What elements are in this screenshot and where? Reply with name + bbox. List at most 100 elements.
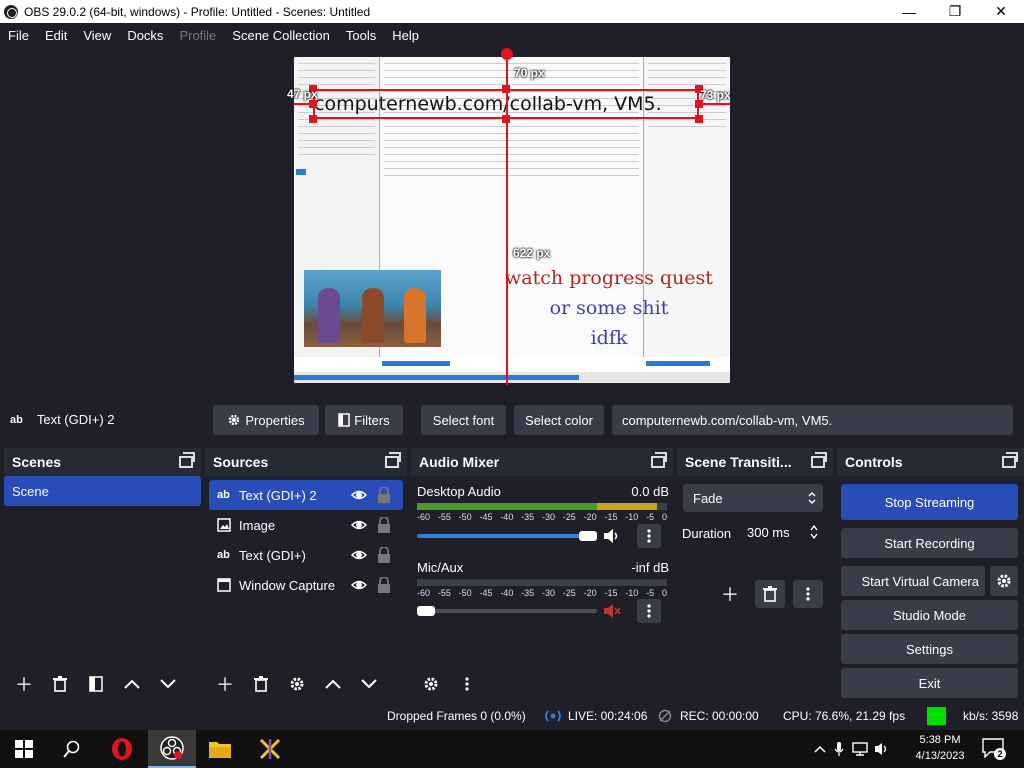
properties-button[interactable]: Properties bbox=[213, 405, 319, 435]
microphone-icon[interactable] bbox=[834, 741, 844, 757]
live-timer: LIVE: 00:24:06 bbox=[568, 709, 648, 723]
channel-menu-button[interactable] bbox=[637, 599, 661, 623]
notification-center-button[interactable]: 2 bbox=[982, 738, 1006, 760]
start-recording-button[interactable]: Start Recording bbox=[841, 528, 1018, 558]
maximize-button[interactable]: ❐ bbox=[932, 0, 978, 23]
settings-button[interactable]: Settings bbox=[841, 634, 1018, 664]
scale-tick: -10 bbox=[625, 588, 639, 598]
resize-handle[interactable] bbox=[309, 100, 317, 108]
undock-icon[interactable] bbox=[651, 452, 667, 468]
lock-icon[interactable] bbox=[377, 577, 391, 593]
resize-handle[interactable] bbox=[309, 115, 317, 123]
resize-handle[interactable] bbox=[502, 115, 510, 123]
gear-icon bbox=[997, 574, 1011, 588]
undock-icon[interactable] bbox=[1002, 452, 1018, 468]
file-explorer-taskbar-button[interactable] bbox=[196, 730, 244, 768]
eye-icon[interactable] bbox=[351, 487, 367, 503]
image-icon bbox=[217, 518, 231, 532]
menu-file[interactable]: File bbox=[0, 28, 37, 43]
add-source-button[interactable]: ＋ bbox=[209, 670, 241, 698]
source-item[interactable]: Image bbox=[209, 510, 403, 540]
selected-source-label: ab Text (GDI+) 2 bbox=[10, 412, 115, 427]
menu-tools[interactable]: Tools bbox=[338, 28, 384, 43]
undock-icon[interactable] bbox=[179, 452, 195, 468]
minimize-button[interactable]: — bbox=[886, 0, 932, 23]
menu-bar: File Edit View Docks Profile Scene Colle… bbox=[0, 23, 1024, 47]
menu-docks[interactable]: Docks bbox=[119, 28, 171, 43]
menu-scene-collection[interactable]: Scene Collection bbox=[224, 28, 338, 43]
studio-mode-button[interactable]: Studio Mode bbox=[841, 600, 1018, 630]
chevron-up-icon[interactable] bbox=[814, 745, 826, 753]
select-color-button[interactable]: Select color bbox=[514, 405, 604, 435]
source-item[interactable]: Window Capture bbox=[209, 570, 403, 600]
record-disabled-icon bbox=[658, 709, 672, 723]
slider-handle[interactable] bbox=[579, 531, 597, 541]
undock-icon[interactable] bbox=[385, 452, 401, 468]
resize-handle[interactable] bbox=[502, 85, 510, 93]
move-scene-up-button[interactable] bbox=[116, 670, 148, 698]
taskbar-clock[interactable]: 5:38 PM 4/13/2023 bbox=[904, 732, 976, 764]
transition-menu-button[interactable] bbox=[793, 580, 823, 608]
app-taskbar-button[interactable] bbox=[246, 730, 294, 768]
audio-menu-button[interactable] bbox=[451, 670, 483, 698]
move-source-up-button[interactable] bbox=[317, 670, 349, 698]
remove-scene-button[interactable] bbox=[44, 670, 76, 698]
source-item[interactable]: ab Text (GDI+) 2 bbox=[209, 480, 403, 510]
resize-handle[interactable] bbox=[695, 115, 703, 123]
menu-edit[interactable]: Edit bbox=[37, 28, 75, 43]
scale-tick: -50 bbox=[458, 512, 472, 522]
text-input[interactable]: computernewb.com/collab-vm, VM5. bbox=[612, 405, 1013, 435]
desktop-audio-channel: Desktop Audio 0.0 dB -60 -55 -50 -45 -40 -35-… bbox=[417, 484, 669, 522]
scale-tick: -30 bbox=[541, 588, 555, 598]
mic-volume-slider[interactable] bbox=[417, 609, 597, 613]
stop-streaming-button[interactable]: Stop Streaming bbox=[841, 484, 1018, 520]
source-name: Text (GDI+) bbox=[239, 547, 306, 563]
speaker-muted-icon[interactable] bbox=[603, 603, 621, 619]
scene-filters-button[interactable] bbox=[80, 670, 112, 698]
move-source-down-button[interactable] bbox=[353, 670, 385, 698]
eye-icon[interactable] bbox=[351, 547, 367, 563]
speaker-icon[interactable] bbox=[603, 528, 621, 544]
stream-health-indicator bbox=[927, 707, 946, 725]
audio-settings-button[interactable] bbox=[415, 670, 447, 698]
source-item[interactable]: ab Text (GDI+) bbox=[209, 540, 403, 570]
spin-arrows-icon[interactable] bbox=[809, 523, 819, 541]
volume-icon[interactable] bbox=[874, 742, 890, 756]
menu-help[interactable]: Help bbox=[384, 28, 427, 43]
lock-icon[interactable] bbox=[377, 547, 391, 563]
rotation-handle[interactable] bbox=[501, 48, 513, 60]
scene-item[interactable]: Scene bbox=[4, 476, 201, 506]
lock-icon[interactable] bbox=[377, 517, 391, 533]
search-button[interactable] bbox=[48, 730, 96, 768]
exit-button[interactable]: Exit bbox=[841, 668, 1018, 698]
filter-icon bbox=[338, 413, 351, 427]
undock-icon[interactable] bbox=[811, 452, 827, 468]
add-transition-button[interactable]: ＋ bbox=[715, 580, 745, 608]
eye-icon[interactable] bbox=[351, 517, 367, 533]
desktop-volume-slider[interactable] bbox=[417, 534, 597, 538]
eye-icon[interactable] bbox=[351, 577, 367, 593]
virtual-camera-settings-button[interactable] bbox=[990, 566, 1018, 596]
menu-view[interactable]: View bbox=[75, 28, 119, 43]
opera-taskbar-button[interactable] bbox=[98, 730, 146, 768]
move-scene-down-button[interactable] bbox=[152, 670, 184, 698]
bitrate: kb/s: 3598 bbox=[963, 709, 1019, 723]
channel-menu-button[interactable] bbox=[637, 524, 661, 548]
add-scene-button[interactable]: ＋ bbox=[8, 670, 40, 698]
network-icon[interactable] bbox=[852, 742, 868, 756]
filters-button[interactable]: Filters bbox=[325, 405, 403, 435]
start-button[interactable] bbox=[0, 730, 48, 768]
close-button[interactable]: ✕ bbox=[978, 0, 1024, 23]
remove-source-button[interactable] bbox=[245, 670, 277, 698]
lock-icon[interactable] bbox=[377, 487, 391, 503]
more-vertical-icon bbox=[806, 587, 810, 601]
remove-transition-button[interactable] bbox=[755, 580, 785, 608]
select-font-button[interactable]: Select font bbox=[421, 405, 506, 435]
obs-taskbar-button[interactable] bbox=[148, 730, 196, 768]
start-virtual-camera-button[interactable]: Start Virtual Camera bbox=[841, 566, 985, 596]
slider-handle[interactable] bbox=[417, 606, 435, 616]
scale-tick: -30 bbox=[541, 512, 555, 522]
duration-spinbox[interactable]: 300 ms bbox=[737, 518, 823, 546]
source-properties-button[interactable] bbox=[281, 670, 313, 698]
transition-select[interactable]: Fade bbox=[683, 484, 823, 512]
